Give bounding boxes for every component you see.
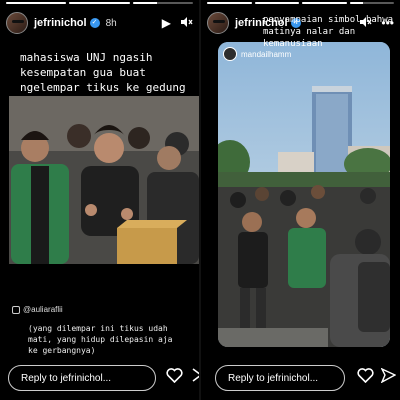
avatar[interactable] bbox=[223, 47, 237, 61]
avatar[interactable] bbox=[207, 12, 229, 34]
story-note: (yang dilempar ini tikus udah mati, yang… bbox=[28, 324, 173, 355]
progress-segment bbox=[132, 2, 193, 4]
instagram-icon bbox=[12, 305, 20, 314]
progress-segment bbox=[302, 2, 347, 4]
progress-segment bbox=[207, 2, 252, 4]
verified-badge-icon: ✓ bbox=[89, 18, 100, 28]
photo-credit[interactable]: @auliaraflii bbox=[12, 305, 63, 314]
progress-segment bbox=[254, 2, 299, 4]
heart-icon[interactable] bbox=[166, 368, 183, 386]
reply-input[interactable]: Reply to jefrinichol... bbox=[8, 365, 156, 391]
reply-input[interactable]: Reply to jefrinichol... bbox=[215, 365, 345, 391]
heart-icon[interactable] bbox=[357, 368, 374, 386]
progress-segment bbox=[349, 2, 394, 4]
card-username[interactable]: mandailhamm bbox=[241, 50, 291, 59]
progress-segment bbox=[69, 2, 130, 4]
story-header: jefrinichol ✓ 8h ▶ bbox=[6, 9, 193, 37]
avatar[interactable] bbox=[6, 12, 28, 34]
play-icon[interactable]: ▶ bbox=[162, 17, 171, 29]
post-time: 8h bbox=[105, 17, 117, 29]
story-progress-bar bbox=[207, 2, 394, 4]
reply-placeholder: Reply to jefrinichol... bbox=[21, 372, 112, 384]
username[interactable]: jefrinichol bbox=[34, 17, 87, 29]
story-progress-bar bbox=[6, 2, 193, 4]
reshared-video-card[interactable]: mandailhamm bbox=[218, 42, 390, 347]
story-overlay-text: penyampaian simbol bahwa matinya nalar d… bbox=[263, 15, 394, 49]
progress-segment bbox=[6, 2, 67, 4]
send-icon[interactable] bbox=[192, 368, 199, 386]
volume-off-icon[interactable] bbox=[180, 16, 193, 30]
story-left[interactable]: jefrinichol ✓ 8h ▶ mahasiswa UNJ ngasih … bbox=[0, 0, 199, 400]
story-photo bbox=[9, 96, 199, 264]
reply-placeholder: Reply to jefrinichol... bbox=[228, 372, 319, 384]
send-icon[interactable] bbox=[380, 367, 397, 386]
photo-credit-handle: @auliaraflii bbox=[23, 305, 63, 314]
